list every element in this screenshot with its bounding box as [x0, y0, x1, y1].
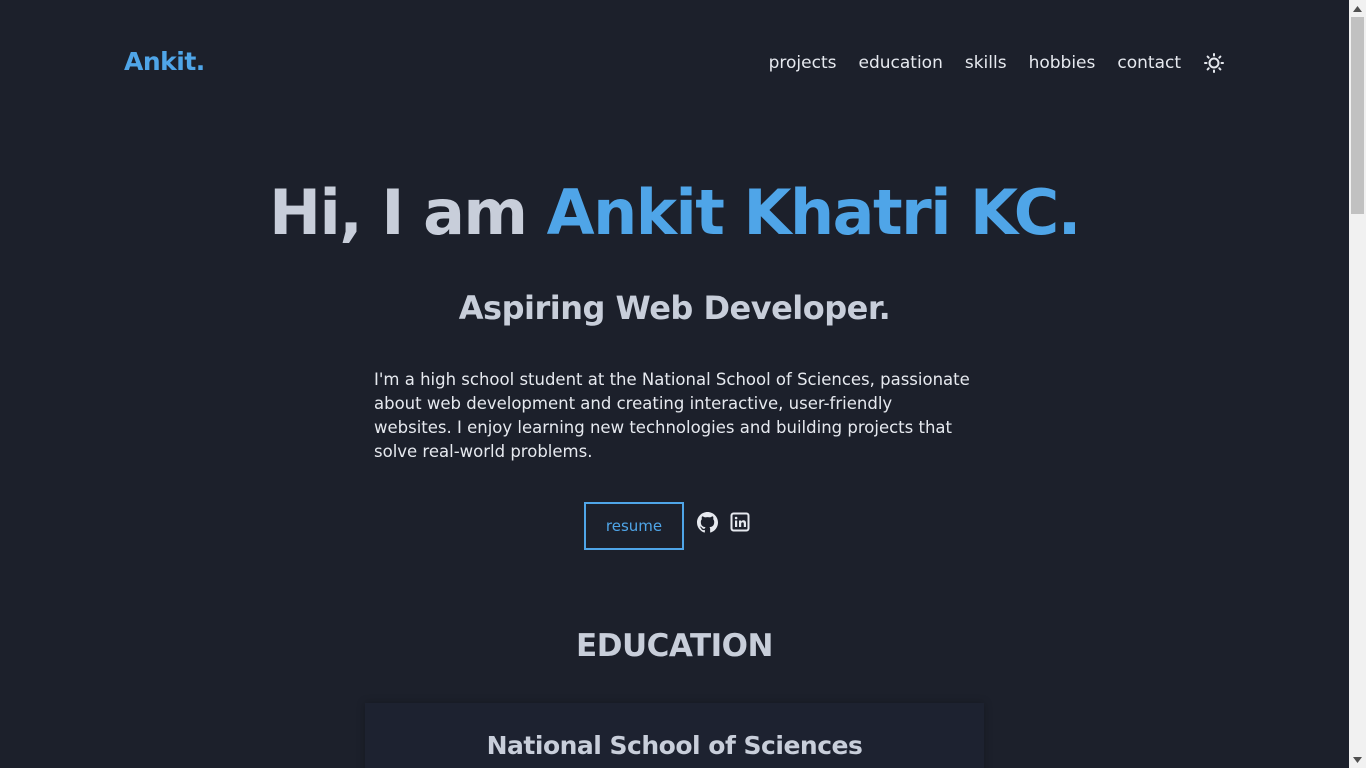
site-header: Ankit. projects education skills hobbies… [124, 44, 1225, 84]
education-school-name: National School of Sciences [486, 731, 863, 760]
scroll-down-arrow-icon[interactable] [1349, 751, 1366, 768]
education-card: National School of Sciences [365, 703, 984, 768]
main-nav: projects education skills hobbies contac… [769, 52, 1225, 74]
resume-button[interactable]: resume [584, 502, 684, 550]
github-icon[interactable] [696, 511, 718, 533]
sun-icon[interactable] [1203, 52, 1225, 74]
scrollbar-thumb[interactable] [1351, 17, 1364, 214]
nav-link-skills[interactable]: skills [965, 53, 1007, 73]
hero-title: Hi, I am Ankit Khatri KC. [0, 176, 1349, 249]
education-heading: EDUCATION [576, 628, 773, 664]
page: Ankit. projects education skills hobbies… [0, 0, 1349, 768]
nav-link-hobbies[interactable]: hobbies [1029, 53, 1096, 73]
hero-greeting: Hi, I am [269, 176, 547, 249]
hero-name: Ankit Khatri KC. [546, 176, 1082, 249]
nav-link-contact[interactable]: contact [1117, 53, 1181, 73]
nav-link-projects[interactable]: projects [769, 53, 837, 73]
logo[interactable]: Ankit. [124, 47, 205, 76]
linkedin-icon[interactable] [729, 511, 751, 533]
hero-description: I'm a high school student at the Nationa… [374, 370, 970, 461]
nav-link-education[interactable]: education [858, 53, 942, 73]
hero-subtitle: Aspiring Web Developer. [458, 289, 891, 327]
vertical-scrollbar[interactable] [1349, 0, 1366, 768]
scroll-up-arrow-icon[interactable] [1349, 0, 1366, 17]
